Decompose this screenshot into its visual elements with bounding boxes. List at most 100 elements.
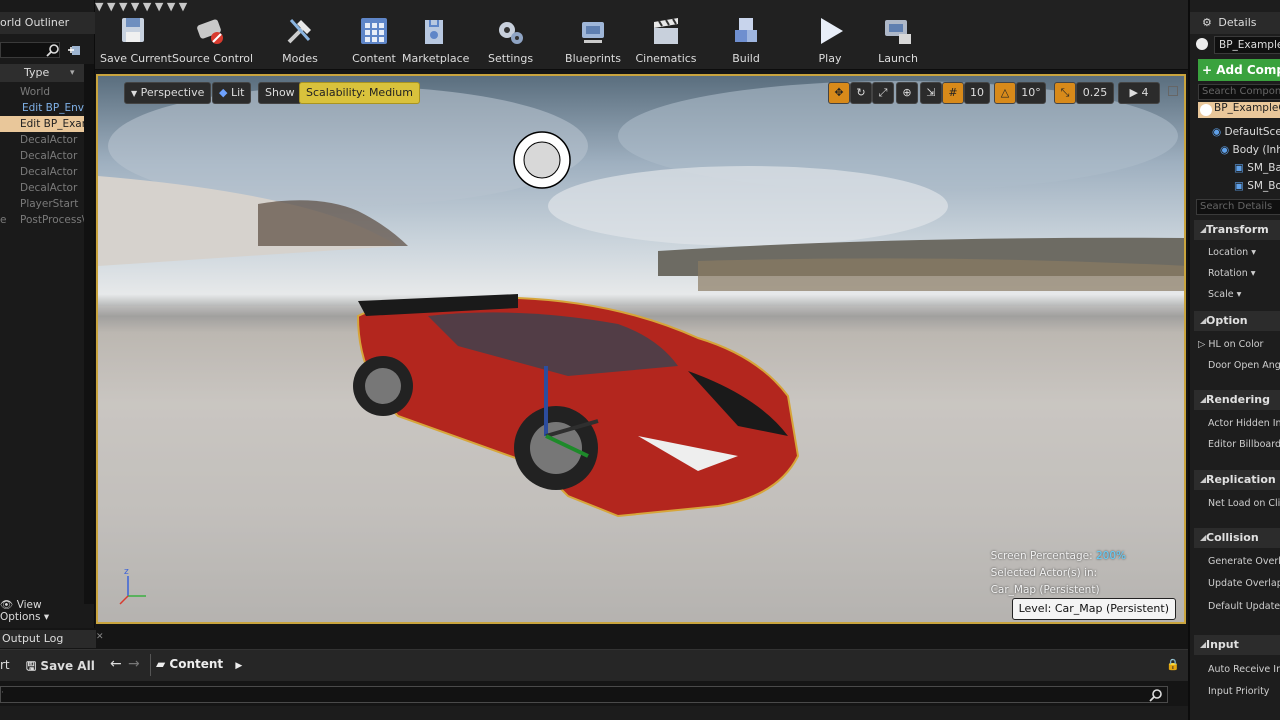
details-tab[interactable]: ⚙ Details [1190, 12, 1280, 34]
mesh-icon: ▣ [1234, 180, 1244, 192]
outliner-row[interactable]: DecalActor [0, 164, 84, 180]
location-dropdown[interactable]: Location ▾ [1208, 247, 1256, 258]
rotation-dropdown[interactable]: Rotation ▾ [1208, 268, 1256, 279]
tab-output-log[interactable]: Output Log [0, 630, 96, 648]
level-viewport[interactable]: z ▼ Perspective ◆ Lit Show Scalability: … [96, 74, 1186, 624]
update-overlaps-property: Update Overlaps [1208, 578, 1280, 589]
component-row[interactable]: ▣ SM_Bas [1234, 162, 1280, 174]
content-search-input[interactable]: · [0, 686, 1168, 703]
back-arrow-icon[interactable]: ← [110, 656, 122, 672]
grid-snap-icon[interactable]: # [942, 82, 964, 104]
search-details-input[interactable]: Search Details [1196, 199, 1280, 215]
camera-speed-button[interactable]: ▶ 4 [1118, 82, 1160, 104]
section-rendering[interactable]: ◢ Rendering [1194, 390, 1280, 410]
modes-button[interactable]: Modes [278, 14, 322, 66]
hl-on-color-property[interactable]: ▷ HL on Color [1198, 339, 1263, 350]
outliner-row[interactable]: World [0, 84, 84, 100]
component-row[interactable]: ▣ SM_Bod [1234, 180, 1280, 192]
chevron-down-icon[interactable]: ▼ [95, 0, 103, 13]
world-space-icon[interactable]: ⊕ [896, 82, 918, 104]
scale-dropdown[interactable]: Scale ▾ [1208, 289, 1241, 300]
view-options-button[interactable]: 👁 View Options ▾ [0, 598, 84, 623]
sort-chevron-icon[interactable]: ▾ [70, 68, 75, 78]
section-collision[interactable]: ◢ Collision [1194, 528, 1280, 548]
search-icon[interactable] [1149, 688, 1163, 702]
outliner-row[interactable]: DecalActor [0, 148, 84, 164]
chevron-down-icon[interactable]: ▼ [107, 0, 115, 13]
section-transform[interactable]: ◢ Transform [1194, 220, 1280, 240]
selected-actor-field[interactable]: BP_ExampleC [1194, 36, 1280, 54]
chevron-down-icon[interactable]: ▼ [131, 0, 139, 13]
blueprint-icon [582, 22, 604, 43]
content-browser-icon [361, 18, 387, 44]
outliner-row-selected[interactable]: Edit BP_Exar [0, 116, 84, 132]
divider [150, 654, 151, 676]
collapse-icon: ◢ [1200, 395, 1207, 404]
launch-icon [885, 20, 911, 44]
marketplace-button[interactable]: Marketplace [402, 14, 469, 66]
grid-snap-value[interactable]: 10 [964, 82, 990, 104]
chevron-down-icon[interactable]: ▼ [155, 0, 163, 13]
world-outliner-tab[interactable]: orld Outliner [0, 12, 95, 34]
settings-button[interactable]: Settings [488, 14, 533, 66]
play-icon [821, 18, 843, 44]
rotation-snap-value[interactable]: 10° [1016, 82, 1046, 104]
scene-icon: ◉ [1220, 144, 1230, 156]
cinematics-button[interactable]: Cinematics [633, 14, 699, 66]
translate-mode-icon[interactable]: ✥ [828, 82, 850, 104]
outliner-row[interactable]: Edit BP_Envi [0, 100, 84, 116]
outliner-row[interactable]: PlayerStart [0, 196, 84, 212]
level-indicator: Level: Car_Map (Persistent) [1011, 598, 1176, 620]
chevron-down-icon: ▾ [43, 611, 50, 623]
chevron-down-icon[interactable]: ▼ [167, 0, 175, 13]
chevron-down-icon[interactable]: ▼ [179, 0, 187, 13]
search-components-input[interactable]: Search Compone [1198, 84, 1280, 100]
forward-arrow-icon[interactable]: → [128, 656, 140, 672]
section-option[interactable]: ◢ Option [1194, 311, 1280, 331]
lit-button[interactable]: ◆ Lit [212, 82, 252, 104]
save-current-button[interactable]: Save Current [100, 14, 172, 66]
build-button[interactable]: Build [724, 14, 768, 66]
save-all-button[interactable]: 🖫 Save All [26, 657, 95, 678]
modes-icon [287, 18, 311, 44]
scale-snap-value[interactable]: 0.25 [1076, 82, 1114, 104]
chevron-down-icon[interactable]: ▼ [143, 0, 151, 13]
content-button[interactable]: Content [352, 14, 396, 66]
surface-snap-icon[interactable]: ⇲ [920, 82, 942, 104]
add-actor-icon[interactable] [66, 42, 82, 58]
launch-button[interactable]: Launch [876, 14, 920, 66]
add-component-button[interactable]: + Add Compo [1198, 59, 1280, 81]
build-icon [735, 18, 757, 42]
scale-mode-icon[interactable]: ⤢ [872, 82, 894, 104]
source-control-button[interactable]: Source Control [172, 14, 253, 66]
scalability-button[interactable]: Scalability: Medium [299, 82, 420, 104]
lock-icon[interactable]: 🔒 [1166, 658, 1180, 671]
outliner-row[interactable]: DecalActor [0, 180, 84, 196]
outliner-scrollbar[interactable] [84, 64, 94, 604]
chevron-right-icon: ▶ [235, 661, 243, 671]
search-icon[interactable] [46, 43, 60, 57]
import-button-label[interactable]: rt [0, 658, 10, 672]
component-row[interactable]: ◉ Body (Inh [1220, 144, 1280, 156]
maximize-viewport-icon[interactable] [1168, 86, 1178, 96]
section-input[interactable]: ◢ Input [1194, 635, 1280, 655]
collapse-icon: ◢ [1200, 640, 1207, 649]
chevron-down-icon[interactable]: ▼ [119, 0, 127, 13]
section-replication[interactable]: ◢ Replication [1194, 470, 1280, 490]
rotate-mode-icon[interactable]: ↻ [850, 82, 872, 104]
content-area [0, 706, 1188, 720]
actor-hidden-property: Actor Hidden In G [1208, 418, 1280, 429]
rotation-snap-icon[interactable]: △ [994, 82, 1016, 104]
outliner-row[interactable]: e PostProcess\ [0, 212, 84, 228]
perspective-button[interactable]: ▼ Perspective [124, 82, 212, 104]
scale-snap-icon[interactable]: ⤡ [1054, 82, 1076, 104]
component-row[interactable]: ◉ DefaultSce [1212, 126, 1280, 138]
content-path-button[interactable]: ▰ Content ▶ [156, 657, 242, 671]
source-control-icon [197, 19, 223, 44]
blueprints-button[interactable]: Blueprints [563, 14, 623, 66]
outliner-row[interactable]: DecalActor [0, 132, 84, 148]
close-icon[interactable]: ✕ [96, 632, 106, 642]
show-button[interactable]: Show [258, 82, 302, 104]
outliner-list: World Edit BP_Envi Edit BP_Exar DecalAct… [0, 84, 84, 228]
play-button[interactable]: Play [808, 14, 852, 66]
